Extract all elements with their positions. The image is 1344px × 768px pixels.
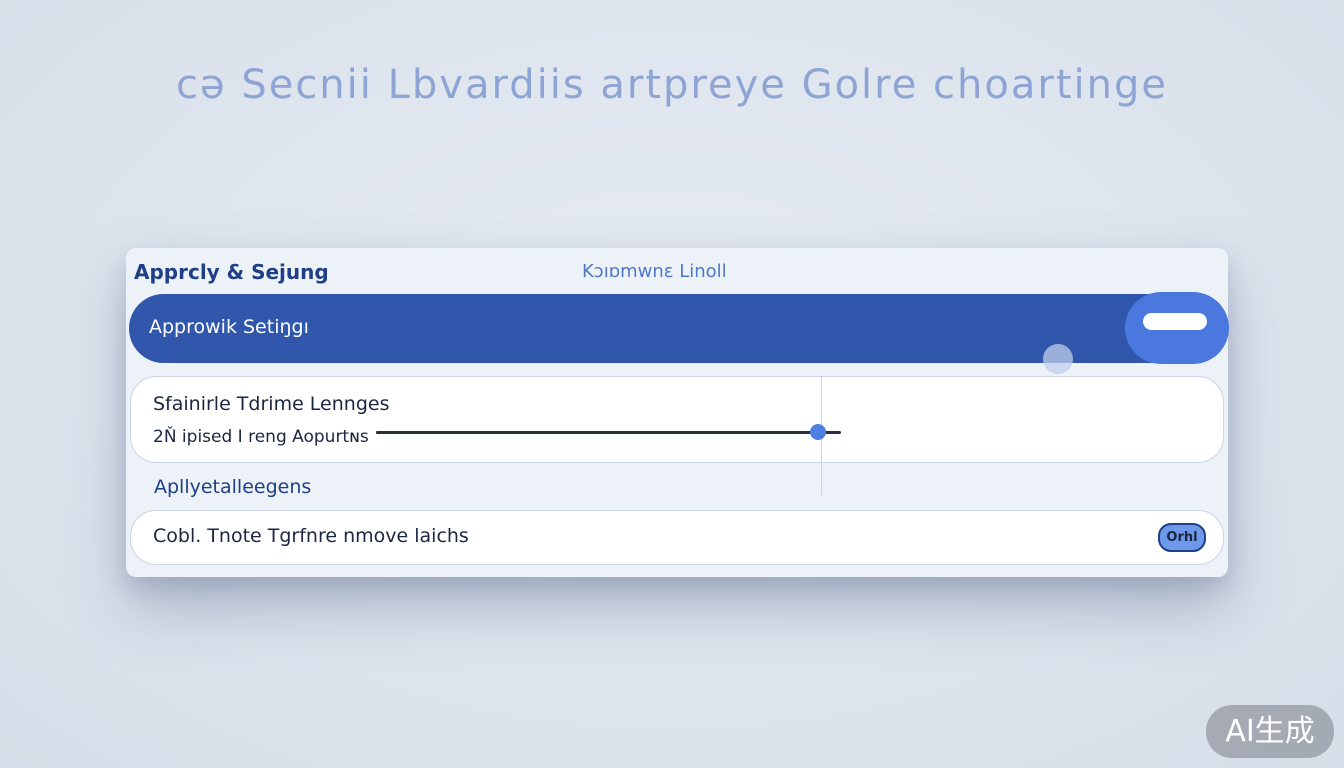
range-slider-fill xyxy=(376,431,818,434)
section-heading: Apllyetalleegens xyxy=(154,476,312,498)
settings-card-toggle-row: Cobl. Tnote Tgrfnre nmove laichs Orhl xyxy=(130,510,1224,565)
panel-subtitle: Kɔıɒmwnɛ Linoll xyxy=(582,261,727,282)
toggle-knob xyxy=(1143,313,1207,330)
hero-title: cə Secnii Lbvardiis artpreye Golre choar… xyxy=(176,62,1168,108)
range-slider-track[interactable] xyxy=(376,431,841,434)
toggle-chip[interactable]: Orhl xyxy=(1158,523,1206,552)
settings-card-time-range: Sfainirle Tdrime Lennges 2Ň ipised I ren… xyxy=(130,376,1224,495)
banner-toggle[interactable] xyxy=(1125,292,1229,364)
banner-label: Approwik Setiŋgı xyxy=(149,316,309,338)
range-slider-label: 2Ň ipised I reng Aopurtɴs xyxy=(153,427,369,447)
range-slider-thumb[interactable] xyxy=(810,424,826,440)
approval-settings-banner[interactable]: Approwik Setiŋgı xyxy=(129,292,1229,374)
settings-panel: Apprcly & Sejung Kɔıɒmwnɛ Linoll Approwi… xyxy=(126,248,1229,577)
toggle-row-label: Cobl. Tnote Tgrfnre nmove laichs xyxy=(153,525,469,547)
banner-dot-icon xyxy=(1043,344,1073,374)
panel-title: Apprcly & Sejung xyxy=(134,260,329,284)
time-range-label: Sfainirle Tdrime Lennges xyxy=(153,393,390,415)
ai-generated-watermark: AI生成 xyxy=(1206,705,1334,758)
panel-header: Apprcly & Sejung Kɔıɒmwnɛ Linoll xyxy=(126,248,1228,294)
